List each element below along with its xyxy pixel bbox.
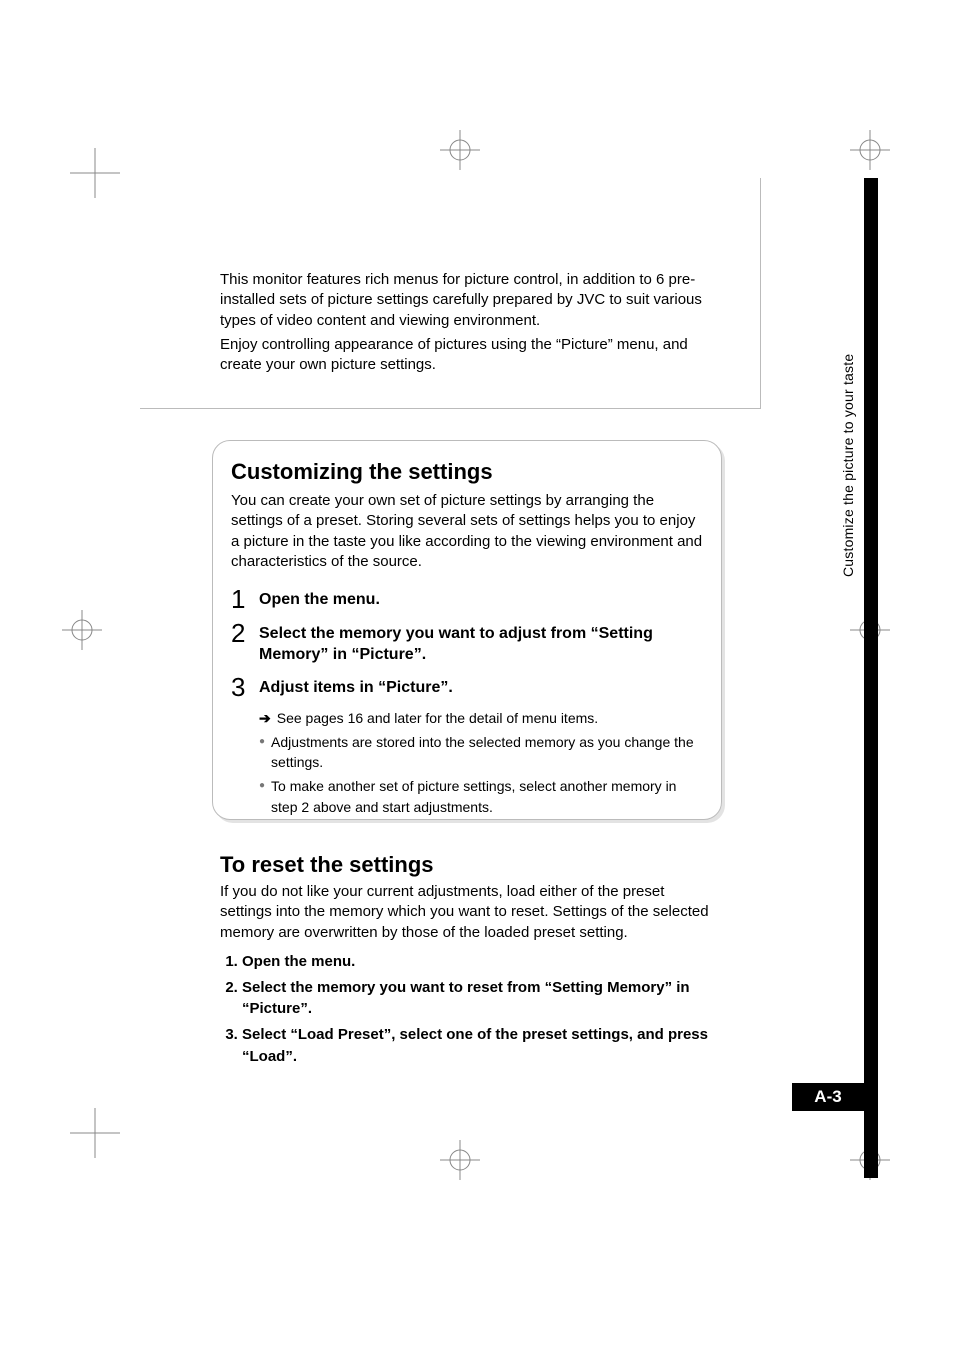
step-1: 1 Open the menu. xyxy=(231,586,703,612)
reset-step: Open the menu. xyxy=(242,951,720,973)
page-number: A-3 xyxy=(814,1087,841,1107)
customizing-heading: Customizing the settings xyxy=(231,459,703,485)
arrow-icon: ➔ xyxy=(259,708,271,728)
reset-steps: Open the menu. Select the memory you wan… xyxy=(220,951,720,1068)
bullet-icon: ● xyxy=(259,732,265,773)
intro-text: This monitor features rich menus for pic… xyxy=(220,270,710,379)
side-black-bar xyxy=(864,178,878,1178)
reset-step-text: Select “Load Preset”, select one of the … xyxy=(242,1026,708,1065)
step-2: 2 Select the memory you want to adjust f… xyxy=(231,620,703,666)
reset-step-text: Open the menu. xyxy=(242,953,355,970)
step-number: 3 xyxy=(231,674,249,700)
customizing-box: Customizing the settings You can create … xyxy=(212,440,722,820)
crop-mark-top-left xyxy=(70,148,120,198)
intro-paragraph-2: Enjoy controlling appearance of pictures… xyxy=(220,335,710,376)
reset-section: To reset the settings If you do not like… xyxy=(220,852,720,1072)
step-text: Adjust items in “Picture”. xyxy=(259,674,453,700)
step-number: 1 xyxy=(231,586,249,612)
page-number-badge: A-3 xyxy=(792,1083,864,1111)
sub-reference-text: See pages 16 and later for the detail of… xyxy=(277,708,598,728)
sub-bullet-text: To make another set of picture settings,… xyxy=(271,776,703,817)
bullet-icon: ● xyxy=(259,776,265,817)
step-3-sub: ➔ See pages 16 and later for the detail … xyxy=(259,708,703,817)
side-tab-label: Customize the picture to your taste xyxy=(840,330,856,600)
reset-heading: To reset the settings xyxy=(220,852,720,878)
step-text: Select the memory you want to adjust fro… xyxy=(259,620,703,666)
customizing-lead: You can create your own set of picture s… xyxy=(231,491,703,572)
registration-mark-bottom xyxy=(440,1140,480,1180)
reset-step-text: Select the memory you want to reset from… xyxy=(242,979,690,1018)
reset-step: Select “Load Preset”, select one of the … xyxy=(242,1024,720,1068)
step-3: 3 Adjust items in “Picture”. xyxy=(231,674,703,700)
intro-paragraph-1: This monitor features rich menus for pic… xyxy=(220,270,710,331)
crop-mark-bottom-left xyxy=(70,1108,120,1158)
sub-bullet-text: Adjustments are stored into the selected… xyxy=(271,732,703,773)
registration-mark-left xyxy=(62,610,102,650)
side-tab: Customize the picture to your taste xyxy=(840,330,864,600)
step-text: Open the menu. xyxy=(259,586,380,612)
registration-mark-top-right xyxy=(850,130,890,170)
step-number: 2 xyxy=(231,620,249,666)
registration-mark-top xyxy=(440,130,480,170)
reset-step: Select the memory you want to reset from… xyxy=(242,977,720,1021)
page: Customize the picture to your taste This… xyxy=(0,0,954,1351)
reset-lead: If you do not like your current adjustme… xyxy=(220,882,720,943)
